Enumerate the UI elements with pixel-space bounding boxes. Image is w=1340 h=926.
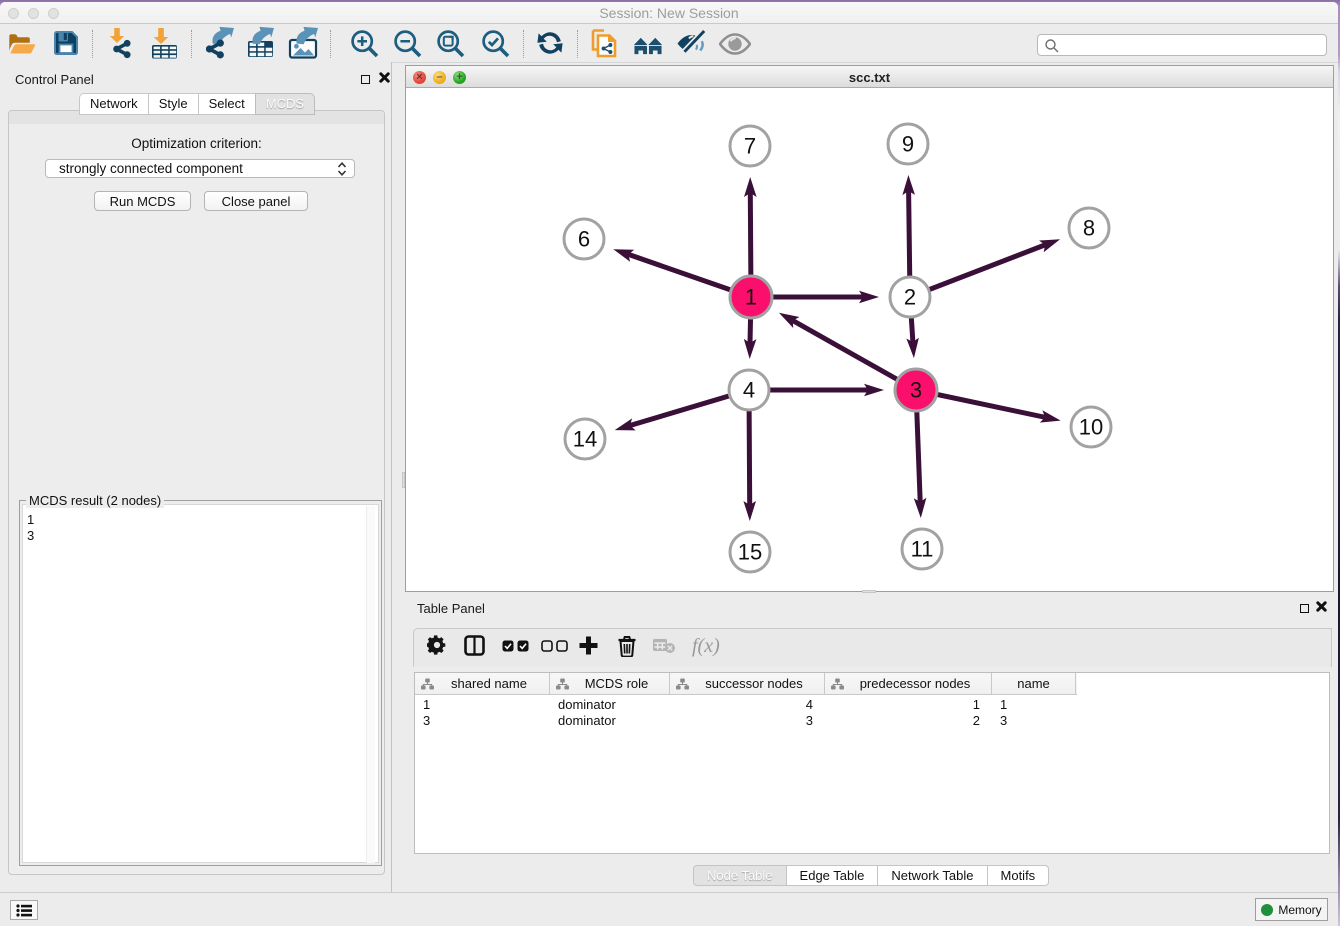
svg-text:10: 10 <box>1079 415 1103 440</box>
svg-text:2: 2 <box>904 285 916 310</box>
svg-text:8: 8 <box>1083 216 1095 241</box>
svg-text:15: 15 <box>738 540 762 565</box>
svg-text:9: 9 <box>902 132 914 157</box>
svg-text:7: 7 <box>744 134 756 159</box>
svg-text:11: 11 <box>911 537 934 562</box>
svg-text:6: 6 <box>578 227 590 252</box>
svg-text:14: 14 <box>573 427 597 452</box>
svg-text:4: 4 <box>743 378 755 403</box>
svg-text:1: 1 <box>745 285 757 310</box>
svg-text:3: 3 <box>910 378 922 403</box>
